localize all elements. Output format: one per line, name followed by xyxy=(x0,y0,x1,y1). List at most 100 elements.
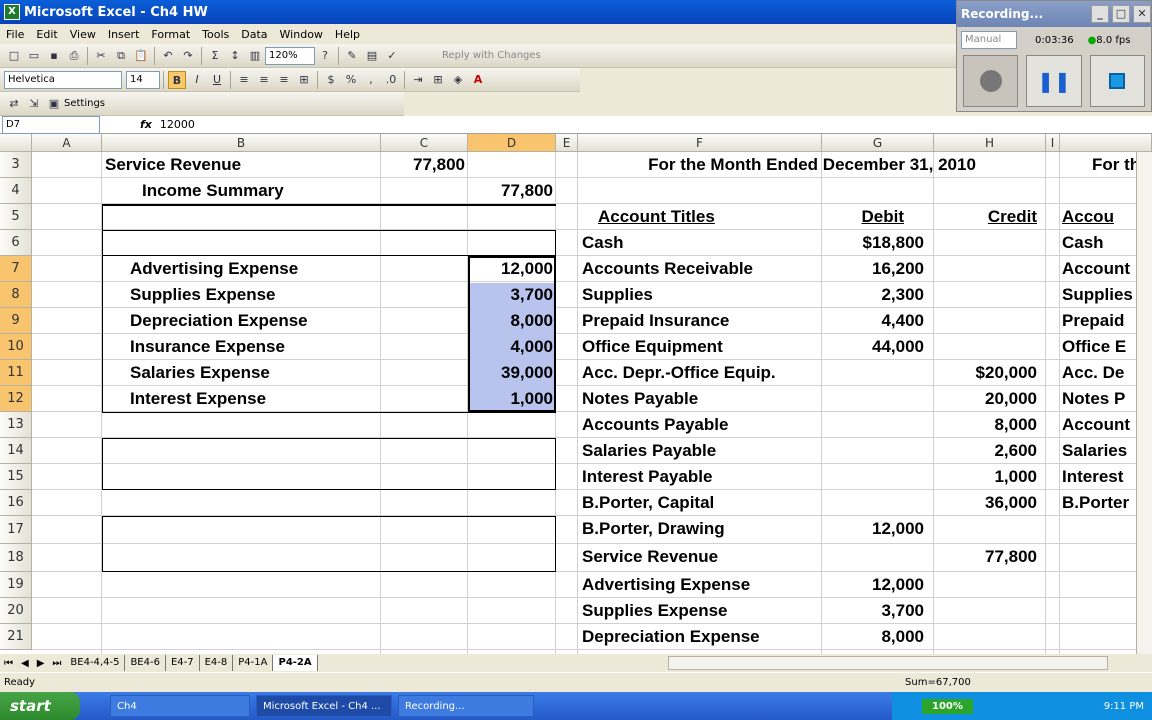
cell-label[interactable]: Supplies Expense xyxy=(130,285,276,305)
help-icon[interactable]: ? xyxy=(316,47,334,65)
cell-label[interactable]: For th xyxy=(1092,155,1140,175)
report-period[interactable]: For the Month Ended December 31, 2010 xyxy=(578,155,1046,175)
name-box[interactable]: D7 xyxy=(2,115,100,134)
task-ch4[interactable]: Ch4 xyxy=(110,695,250,717)
row-header[interactable]: 8 xyxy=(0,282,32,308)
recorder-mode-select[interactable]: Manual xyxy=(961,31,1017,49)
cell-label[interactable]: Advertising Expense xyxy=(130,259,298,279)
row-header[interactable]: 4 xyxy=(0,178,32,204)
sort-icon[interactable]: ↕ xyxy=(226,47,244,65)
record-button[interactable] xyxy=(963,55,1019,107)
track-icon[interactable]: ✓ xyxy=(383,47,401,65)
cell-label[interactable]: Depreciation Expense xyxy=(130,311,308,331)
decimal-icon[interactable]: .0 xyxy=(382,71,400,89)
paste-icon[interactable]: 📋 xyxy=(132,47,150,65)
column-header-f[interactable]: F xyxy=(578,134,822,152)
print-icon[interactable]: ⎙ xyxy=(65,47,83,65)
vertical-scrollbar[interactable] xyxy=(1136,152,1152,654)
menu-file[interactable]: File xyxy=(0,28,30,41)
menu-view[interactable]: View xyxy=(64,28,102,41)
tab-nav-prev-icon[interactable]: ◀ xyxy=(17,658,33,669)
cell-value[interactable]: 8,000 xyxy=(468,311,553,331)
settings-menu[interactable]: Settings xyxy=(64,98,105,109)
cell-value[interactable]: 16,200 xyxy=(822,259,924,279)
column-header-a[interactable]: A xyxy=(32,134,102,152)
cell-value[interactable]: 12,000 xyxy=(822,519,924,539)
cell-label[interactable]: Service Revenue xyxy=(105,155,241,175)
column-header-b[interactable]: B xyxy=(102,134,381,152)
cell-value[interactable]: 2,300 xyxy=(822,285,924,305)
cell-value[interactable]: 4,400 xyxy=(822,311,924,331)
column-title-credit[interactable]: Credit xyxy=(934,207,1037,227)
percent-icon[interactable]: % xyxy=(342,71,360,89)
row-header[interactable]: 6 xyxy=(0,230,32,256)
chart-icon[interactable]: ▥ xyxy=(246,47,264,65)
stop-button[interactable] xyxy=(1089,55,1145,107)
cell-label[interactable]: Service Revenue xyxy=(582,547,718,567)
cell-value[interactable]: 8,000 xyxy=(934,415,1037,435)
column-header-e[interactable]: E xyxy=(556,134,578,152)
column-header-g[interactable]: G xyxy=(822,134,934,152)
pause-button[interactable]: ❚❚ xyxy=(1026,55,1082,107)
formula-input[interactable]: 12000 xyxy=(160,118,195,131)
row-header[interactable]: 17 xyxy=(0,516,32,544)
underline-button[interactable]: U xyxy=(208,71,226,89)
cell-value[interactable]: 44,000 xyxy=(822,337,924,357)
align-left-icon[interactable]: ≡ xyxy=(235,71,253,89)
save-icon[interactable]: ▪ xyxy=(45,47,63,65)
column-header-i[interactable]: I xyxy=(1046,134,1060,152)
cell-label[interactable]: Acc. Depr.-Office Equip. xyxy=(582,363,776,383)
cell-label[interactable]: Income Summary xyxy=(142,181,284,201)
font-color-icon[interactable]: A xyxy=(469,71,487,89)
cell-label[interactable]: B.Porter, Capital xyxy=(582,493,714,513)
redo-icon[interactable]: ↷ xyxy=(179,47,197,65)
font-select[interactable]: Helvetica xyxy=(4,70,122,89)
cell-label[interactable]: Accounts Receivable xyxy=(582,259,753,279)
cell-label[interactable]: Salaries Payable xyxy=(582,441,716,461)
cell-label[interactable]: Supplies xyxy=(582,285,653,305)
sheet-tab[interactable]: BE4-6 xyxy=(125,655,166,671)
align-right-icon[interactable]: ≡ xyxy=(275,71,293,89)
menu-format[interactable]: Format xyxy=(145,28,196,41)
review-icon[interactable]: ✎ xyxy=(343,47,361,65)
copy-icon[interactable]: ⧉ xyxy=(112,47,130,65)
cell-value[interactable]: 77,800 xyxy=(934,547,1037,567)
borders-icon[interactable]: ⊞ xyxy=(429,71,447,89)
row-header[interactable]: 20 xyxy=(0,598,32,624)
cell-value[interactable]: 3,700 xyxy=(468,285,553,305)
cell-label[interactable]: Supplies Expense xyxy=(582,601,728,621)
row-header[interactable]: 19 xyxy=(0,572,32,598)
row-header[interactable]: 11 xyxy=(0,360,32,386)
sheet-tab-active[interactable]: P4-2A xyxy=(273,655,318,671)
row-header[interactable]: 7 xyxy=(0,256,32,282)
cell-value[interactable]: 77,800 xyxy=(468,181,553,201)
cell-label[interactable]: Salaries Expense xyxy=(130,363,270,383)
row-header[interactable]: 21 xyxy=(0,624,32,650)
row-header[interactable]: 10 xyxy=(0,334,32,360)
cell-value[interactable]: 2,600 xyxy=(934,441,1037,461)
close-icon[interactable]: ✕ xyxy=(1133,5,1151,23)
row-header[interactable]: 9 xyxy=(0,308,32,334)
cell-label[interactable]: Notes Payable xyxy=(582,389,698,409)
worksheet-grid[interactable]: A B C D E F G H I 3 4 5 6 7 8 9 10 11 12 13 14 15 16 17 18 19 20 21… xyxy=(0,134,1152,654)
menu-data[interactable]: Data xyxy=(235,28,273,41)
horizontal-scrollbar[interactable] xyxy=(667,656,1108,670)
undo-icon[interactable]: ↶ xyxy=(159,47,177,65)
row-header[interactable]: 18 xyxy=(0,544,32,572)
column-header-j[interactable] xyxy=(1060,134,1152,152)
cell-value[interactable]: 4,000 xyxy=(468,337,553,357)
autosum-icon[interactable]: Σ xyxy=(206,47,224,65)
reply-with-changes[interactable]: Reply with Changes xyxy=(442,50,541,61)
sheet-tab[interactable]: BE4-4,4-5 xyxy=(65,655,126,671)
row-header[interactable]: 15 xyxy=(0,464,32,490)
row-header[interactable]: 16 xyxy=(0,490,32,516)
zoom-select[interactable]: 120% xyxy=(265,46,315,65)
cell-value[interactable]: $20,000 xyxy=(934,363,1037,383)
sheet-tab[interactable]: E4-7 xyxy=(166,655,200,671)
cell-value[interactable]: 20,000 xyxy=(934,389,1037,409)
menu-edit[interactable]: Edit xyxy=(30,28,63,41)
row-header[interactable]: 14 xyxy=(0,438,32,464)
italic-button[interactable]: I xyxy=(188,71,206,89)
column-title-debit[interactable]: Debit xyxy=(822,207,905,227)
bold-button[interactable]: B xyxy=(168,70,186,89)
